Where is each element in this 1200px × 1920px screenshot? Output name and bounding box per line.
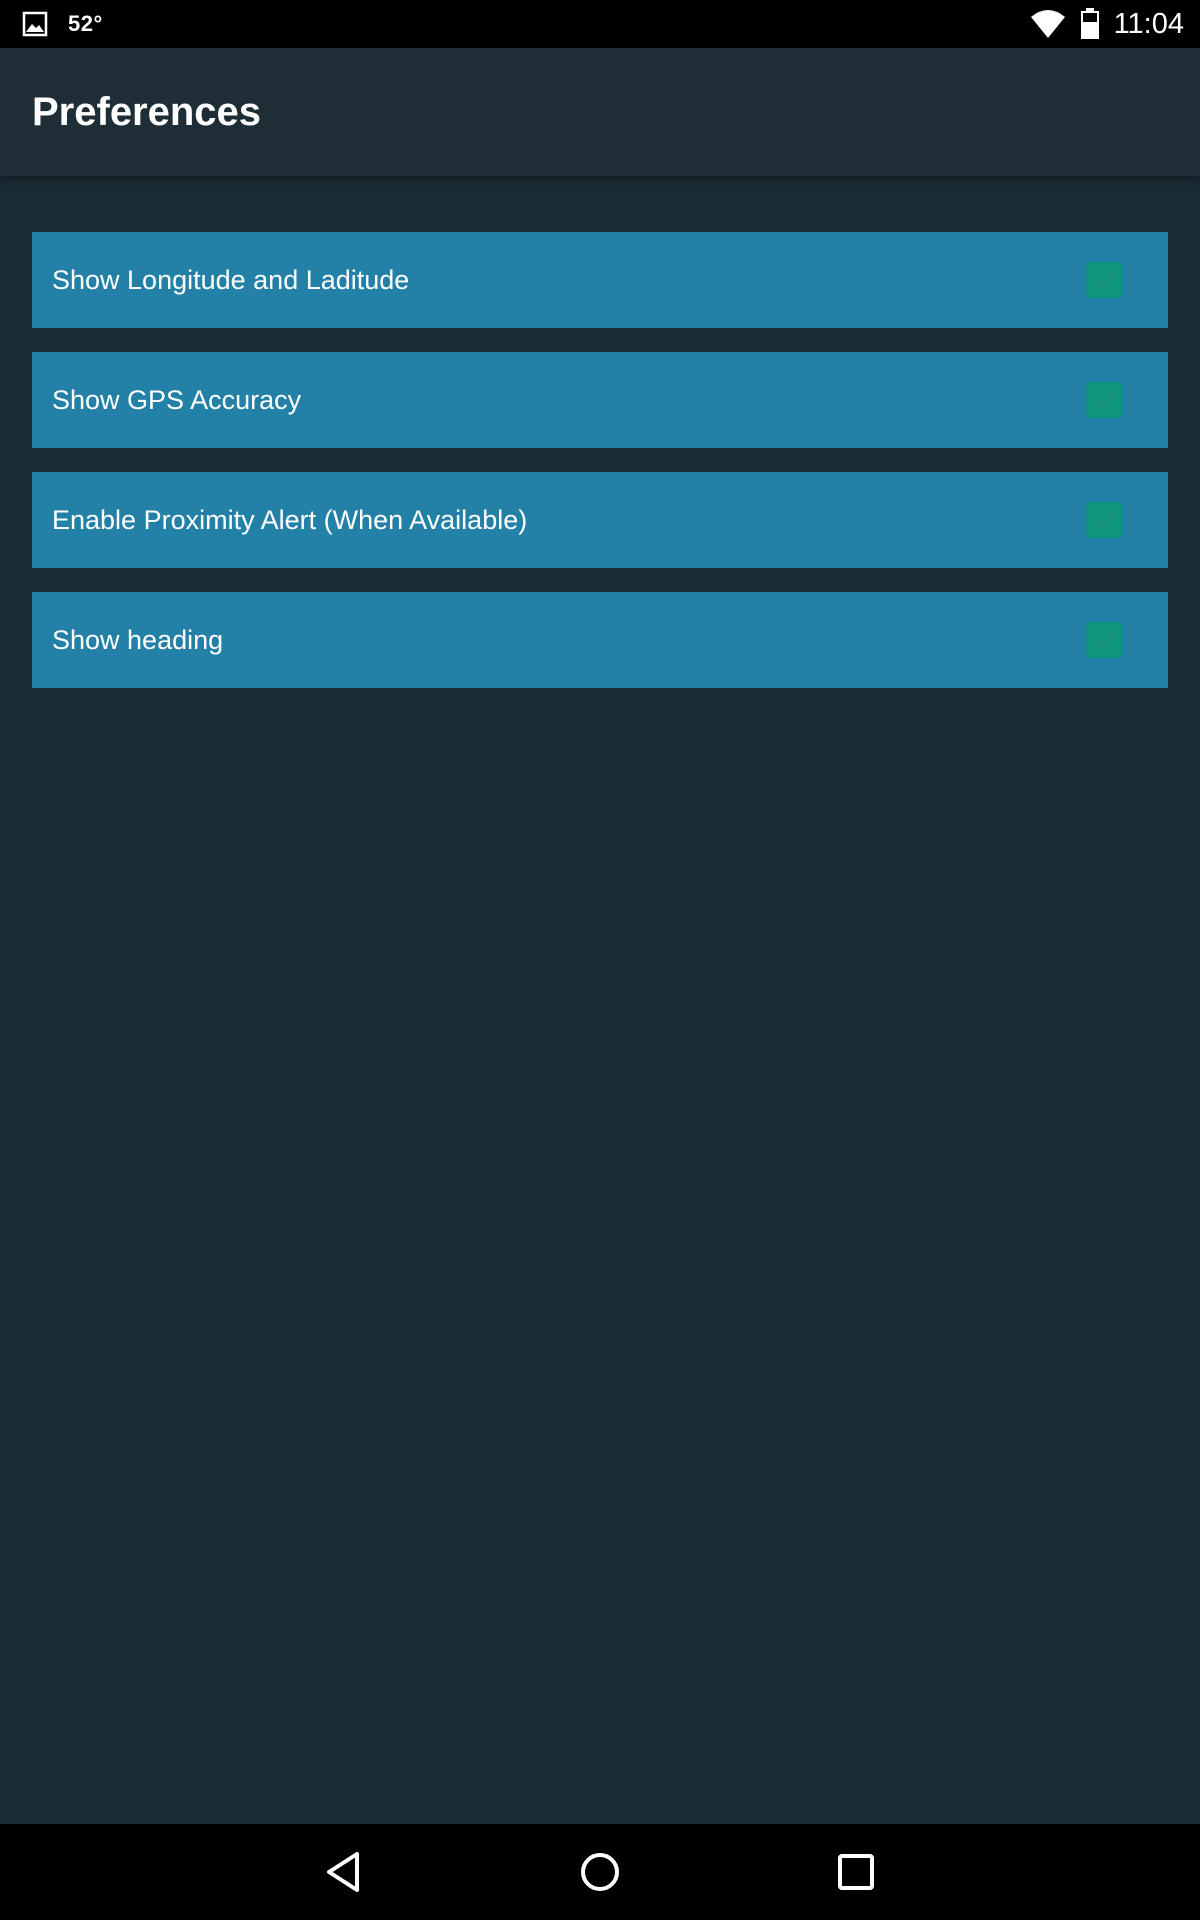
pref-label: Show Longitude and Laditude bbox=[52, 265, 410, 295]
page-title: Preferences bbox=[32, 90, 262, 134]
preferences-screen: 52° 11:04 Preferences Show Longitude and… bbox=[0, 0, 1200, 1920]
navigation-bar bbox=[0, 1824, 1200, 1920]
pref-label: Show heading bbox=[52, 625, 224, 655]
app-bar: Preferences bbox=[0, 48, 1200, 176]
temperature: 52° bbox=[68, 11, 103, 36]
recents-icon[interactable] bbox=[832, 1848, 880, 1896]
checkbox-checked-icon[interactable] bbox=[1086, 262, 1122, 298]
pref-show-gps-accuracy[interactable]: Show GPS Accuracy bbox=[32, 352, 1168, 448]
pref-show-longitude-latitude[interactable]: Show Longitude and Laditude bbox=[32, 232, 1168, 328]
wifi-icon bbox=[1030, 9, 1066, 39]
home-icon[interactable] bbox=[576, 1848, 624, 1896]
checkbox-checked-icon[interactable] bbox=[1086, 622, 1122, 658]
battery-icon bbox=[1080, 8, 1100, 40]
pref-label: Show GPS Accuracy bbox=[52, 385, 302, 415]
status-left: 52° bbox=[22, 0, 103, 48]
pref-show-heading[interactable]: Show heading bbox=[32, 592, 1168, 688]
status-bar: 52° 11:04 bbox=[0, 0, 1200, 48]
preference-list: Show Longitude and Laditude Show GPS Acc… bbox=[32, 232, 1168, 712]
status-right: 11:04 bbox=[1030, 0, 1184, 48]
back-icon[interactable] bbox=[321, 1848, 369, 1896]
pref-label: Enable Proximity Alert (When Available) bbox=[52, 505, 528, 535]
checkbox-checked-icon[interactable] bbox=[1086, 502, 1122, 538]
gallery-icon bbox=[22, 11, 48, 37]
clock: 11:04 bbox=[1113, 7, 1184, 40]
pref-enable-proximity-alert[interactable]: Enable Proximity Alert (When Available) bbox=[32, 472, 1168, 568]
checkbox-checked-icon[interactable] bbox=[1086, 382, 1122, 418]
